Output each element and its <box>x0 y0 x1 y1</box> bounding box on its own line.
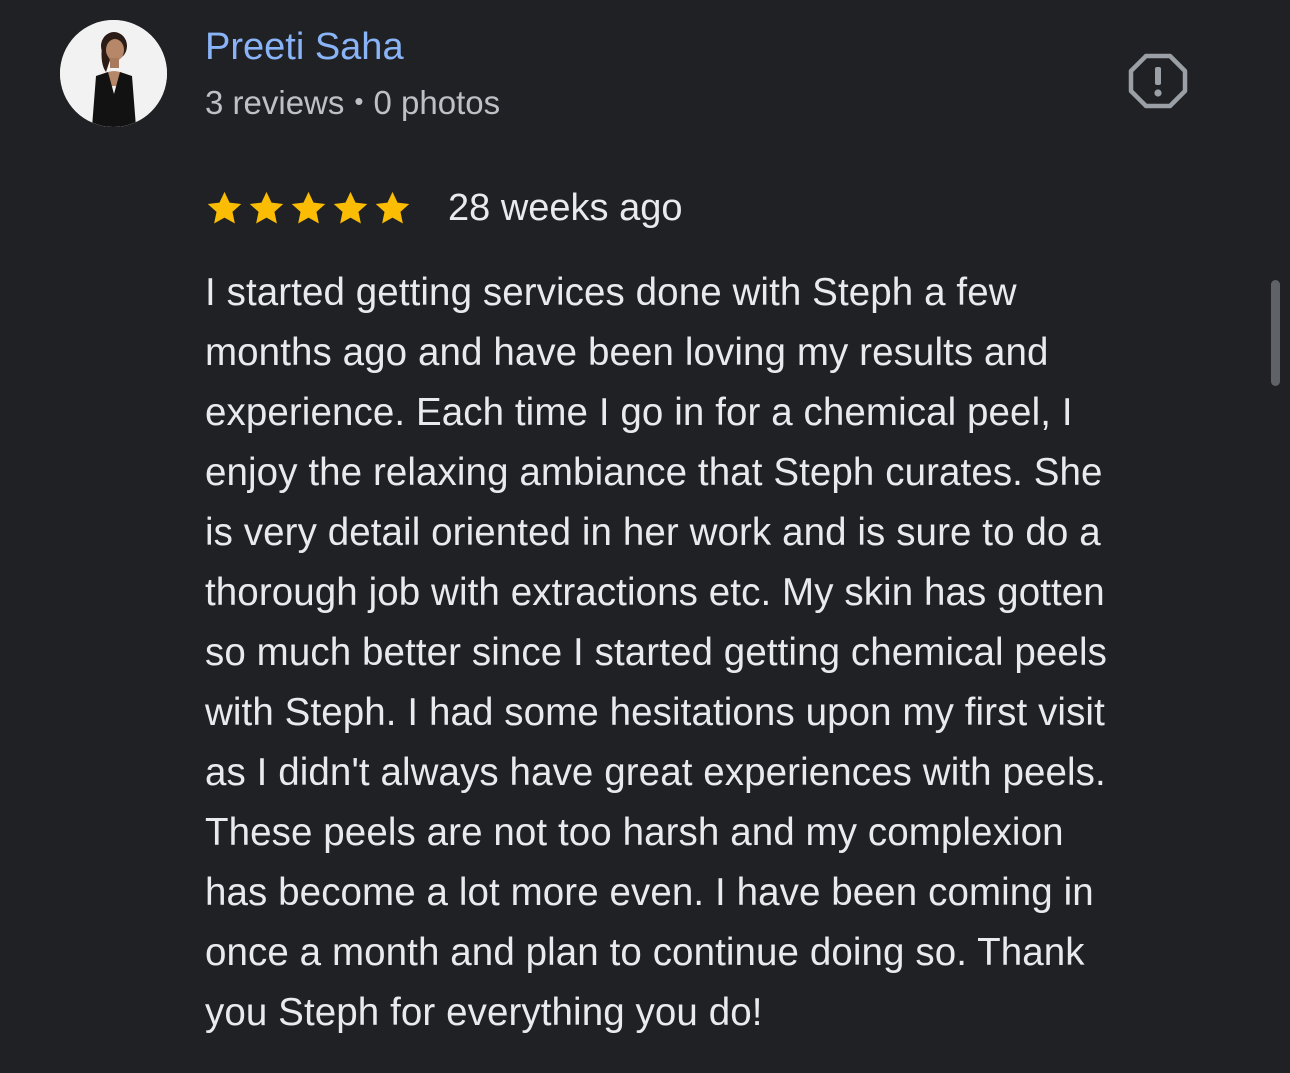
rating-row: 28 weeks ago <box>205 184 683 232</box>
star-rating <box>205 189 412 228</box>
review-text-line: These peels are not too harsh and my com… <box>205 811 1064 854</box>
review-text-line: is very detail oriented in her work and … <box>205 511 1101 554</box>
report-icon <box>1128 53 1188 109</box>
review-text-line: experience. Each time I go in for a chem… <box>205 391 1073 434</box>
review-card: Preeti Saha 3 reviews • 0 photos 28 weeks … <box>0 0 1290 1073</box>
star-icon <box>249 191 284 223</box>
avatar[interactable] <box>60 20 167 127</box>
review-text-line: months ago and have been loving my resul… <box>205 331 1049 374</box>
star-icon <box>375 191 410 223</box>
report-button[interactable] <box>1128 52 1188 110</box>
review-text-line: so much better since I started getting c… <box>205 631 1107 674</box>
meta-separator: • <box>354 86 364 117</box>
review-text-line: with Steph. I had some hesitations upon … <box>205 691 1105 734</box>
review-text-line: enjoy the relaxing ambiance that Steph c… <box>205 451 1103 494</box>
review-count: 3 reviews <box>205 84 345 121</box>
reviewer-meta: 3 reviews • 0 photos <box>205 83 500 125</box>
photo-count: 0 photos <box>373 84 501 121</box>
reviewer-name[interactable]: Preeti Saha <box>205 24 404 70</box>
scrollbar[interactable] <box>1271 280 1280 386</box>
star-icon <box>333 191 368 223</box>
avatar-photo <box>60 20 167 127</box>
review-text-line: as I didn't always have great experience… <box>205 751 1106 794</box>
review-text-line: thorough job with extractions etc. My sk… <box>205 571 1105 614</box>
star-icon <box>207 191 242 223</box>
review-text-line: has become a lot more even. I have been … <box>205 871 1094 914</box>
review-date: 28 weeks ago <box>448 187 683 229</box>
review-text: I started getting services done with Ste… <box>205 263 1235 1043</box>
review-text-line: I started getting services done with Ste… <box>205 271 1017 314</box>
review-text-line: once a month and plan to continue doing … <box>205 931 1085 974</box>
star-icon <box>291 191 326 223</box>
review-text-line: you Steph for everything you do! <box>205 991 763 1034</box>
